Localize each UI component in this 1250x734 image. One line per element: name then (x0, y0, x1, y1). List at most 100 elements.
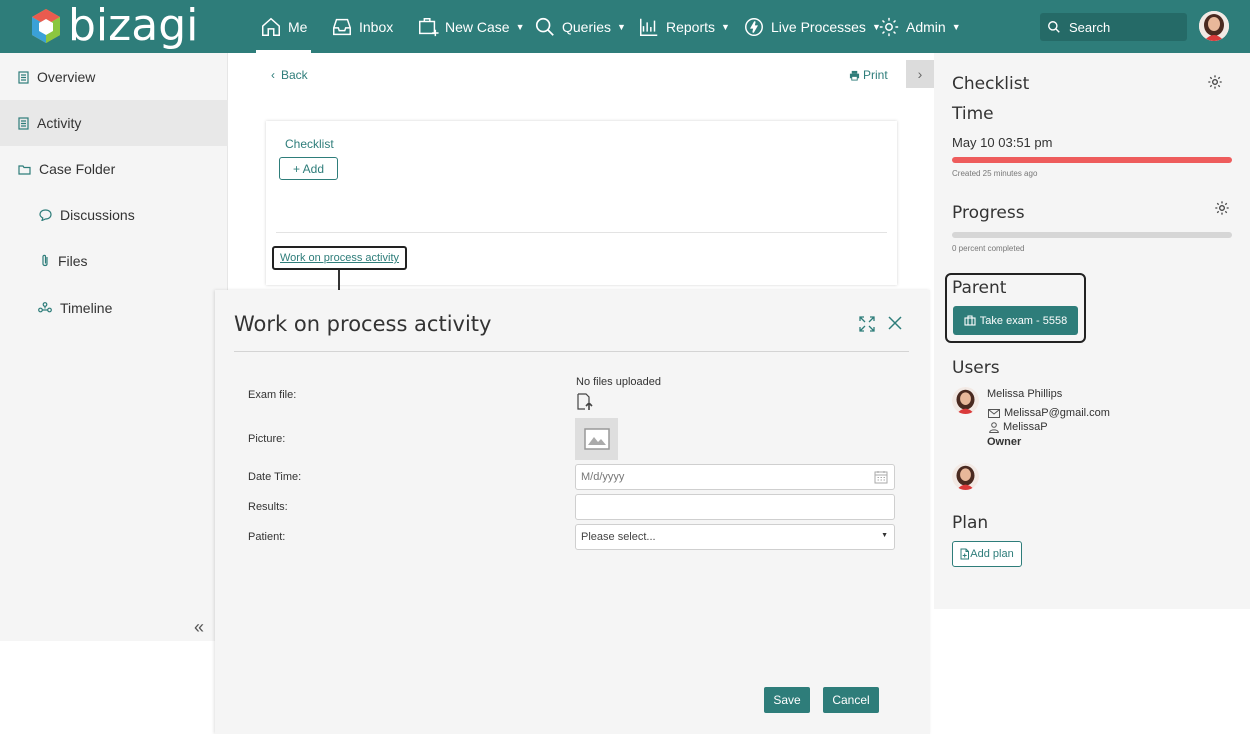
nav-live-processes[interactable]: Live Processes ▼ (743, 0, 881, 53)
progress-heading: Progress (952, 203, 1025, 223)
picture-upload[interactable] (575, 418, 618, 460)
document-icon (18, 116, 29, 130)
time-value: May 10 03:51 pm (952, 135, 1053, 150)
save-button[interactable]: Save (764, 687, 810, 713)
results-label: Results: (248, 501, 288, 513)
patient-select[interactable]: Please select... ▼ (575, 524, 895, 550)
divider (276, 232, 887, 233)
collapse-sidebar-icon[interactable]: « (194, 617, 204, 638)
results-input[interactable] (575, 494, 895, 520)
sidebar-item-case-folder[interactable]: Case Folder (0, 146, 228, 192)
date-time-input[interactable]: M/d/yyyy (575, 464, 895, 490)
sidebar-item-files[interactable]: Files (0, 238, 228, 284)
chevron-down-icon: ▼ (721, 21, 730, 32)
chevron-down-icon: ▼ (617, 21, 626, 32)
chevron-down-icon: ▼ (881, 532, 888, 539)
created-text: Created 25 minutes ago (952, 169, 1038, 178)
brand-name: bizagi (68, 0, 199, 51)
sidebar-item-label: Case Folder (39, 161, 116, 177)
search-input[interactable]: Search (1040, 13, 1187, 41)
lightning-icon (745, 17, 763, 36)
nav-me[interactable]: Me (256, 0, 312, 53)
patient-selected-value: Please select... (581, 531, 656, 543)
sidebar-item-timeline[interactable]: Timeline (0, 285, 228, 331)
envelope-icon (988, 408, 1000, 418)
sidebar-item-activity[interactable]: Activity (0, 100, 228, 146)
upload-file-icon[interactable] (576, 393, 594, 416)
gear-icon[interactable] (1214, 200, 1230, 221)
sidebar-item-label: Activity (37, 115, 82, 131)
add-plan-button[interactable]: Add plan (952, 541, 1022, 567)
sidebar-item-discussions[interactable]: Discussions (0, 192, 228, 238)
work-on-process-activity-link[interactable]: Work on process activity (272, 246, 408, 270)
progress-bar-track (952, 232, 1232, 238)
add-document-icon (960, 548, 970, 560)
chevron-right-icon: › (917, 66, 923, 82)
sidebar-item-label: Overview (37, 69, 96, 85)
user-email-value: MelissaP@gmail.com (1004, 407, 1110, 419)
parent-case-button[interactable]: Take exam - 5558 (953, 306, 1078, 335)
maximize-icon[interactable] (859, 316, 875, 337)
users-heading: Users (952, 358, 1000, 378)
back-link[interactable]: ‹ Back (271, 68, 308, 82)
time-progress-bar (952, 157, 1232, 163)
print-label: Print (863, 68, 888, 82)
search-icon (1048, 21, 1060, 33)
activity-dialog: Work on process activity Exam file: No f… (215, 290, 930, 734)
exam-file-label: Exam file: (248, 389, 297, 401)
search-icon (535, 17, 554, 36)
nav-queries[interactable]: Queries ▼ (534, 0, 626, 53)
print-link[interactable]: Print (849, 68, 888, 82)
progress-text: 0 percent completed (952, 244, 1025, 253)
sidebar-item-label: Timeline (60, 300, 113, 316)
nav-inbox[interactable]: Inbox (331, 0, 393, 53)
gear-icon (879, 17, 899, 36)
nav-new-case[interactable]: New Case ▼ (417, 0, 525, 53)
avatar[interactable] (952, 463, 979, 490)
user-name: Melissa Phillips (987, 388, 1063, 400)
chevron-left-icon: ‹ (271, 68, 275, 82)
nav-queries-label: Queries (562, 18, 612, 35)
picture-label: Picture: (248, 433, 286, 445)
briefcase-icon (964, 315, 976, 326)
calendar-icon[interactable] (874, 470, 888, 487)
plan-heading: Plan (952, 513, 989, 533)
cancel-button[interactable]: Cancel (823, 687, 879, 713)
inbox-icon (333, 18, 351, 35)
gear-icon[interactable] (1207, 74, 1223, 95)
folder-icon (18, 164, 31, 175)
nav-live-processes-label: Live Processes (771, 18, 866, 35)
paperclip-icon (42, 254, 48, 267)
user-username: MelissaP (989, 421, 1048, 433)
parent-case-label: Take exam - 5558 (979, 314, 1068, 327)
nav-admin[interactable]: Admin ▼ (878, 0, 961, 53)
add-plan-label: Add plan (970, 548, 1014, 560)
chart-icon (640, 18, 658, 36)
sidebar-item-label: Discussions (60, 207, 135, 223)
user-role: Owner (987, 436, 1022, 448)
divider (234, 351, 909, 352)
no-files-text: No files uploaded (576, 376, 662, 388)
document-icon (18, 70, 29, 84)
bizagi-logo[interactable]: bizagi (30, 4, 198, 48)
patient-label: Patient: (248, 531, 286, 543)
timeline-icon (38, 301, 52, 312)
checklist-heading: Checklist (952, 74, 1030, 94)
sidebar-item-overview[interactable]: Overview (0, 54, 228, 100)
search-placeholder: Search (1069, 19, 1111, 35)
date-time-label: Date Time: (248, 471, 302, 483)
case-sidebar: Overview Activity Case Folder Discussion… (0, 53, 228, 641)
sidebar-item-label: Files (58, 253, 88, 269)
parent-heading: Parent (952, 278, 1007, 298)
expand-panel-button[interactable]: › (906, 60, 934, 88)
bizagi-logo-icon (32, 9, 60, 43)
avatar[interactable] (952, 387, 979, 414)
nav-reports[interactable]: Reports ▼ (638, 0, 730, 53)
close-icon[interactable] (887, 315, 903, 336)
add-checklist-button[interactable]: + Add (279, 157, 338, 180)
back-label: Back (281, 68, 308, 82)
printer-icon (849, 70, 860, 81)
date-placeholder: M/d/yyyy (581, 471, 625, 483)
user-avatar-image (1199, 11, 1229, 41)
user-avatar[interactable] (1199, 11, 1229, 41)
